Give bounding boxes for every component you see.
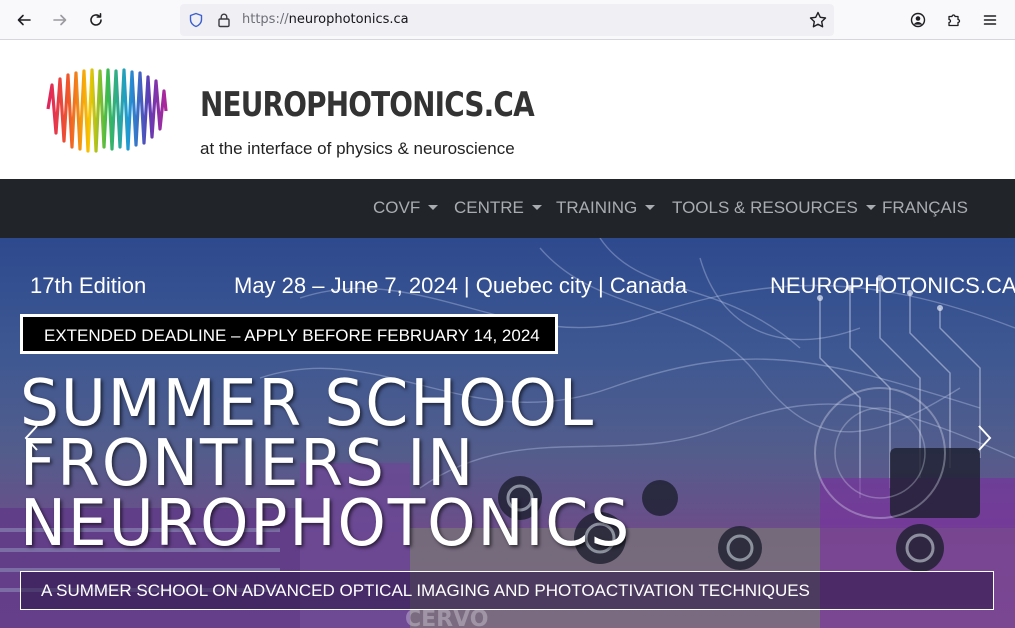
account-button[interactable]	[904, 6, 932, 34]
browser-toolbar: https://neurophotonics.ca	[0, 0, 1015, 40]
nav-item-label: COVF	[373, 198, 421, 217]
reload-icon	[90, 13, 102, 26]
account-icon	[910, 12, 926, 28]
nav-item-label: TOOLS & RESOURCES	[672, 198, 858, 217]
lock-icon[interactable]	[216, 12, 232, 28]
extensions-button[interactable]	[940, 6, 968, 34]
nav-item-francais[interactable]: FRANÇAIS	[882, 198, 968, 218]
shield-icon[interactable]	[188, 12, 204, 28]
deadline-text: EXTENDED DEADLINE – APPLY BEFORE FEBRUAR…	[44, 326, 540, 345]
hero-title-line-3: NEUROPHOTONICS	[20, 487, 632, 561]
nav-item-covf[interactable]: COVF	[373, 198, 439, 218]
reload-button[interactable]	[82, 6, 110, 34]
caret-down-icon	[531, 205, 542, 210]
hero-site-name: NEUROPHOTONICS.CA	[770, 273, 1015, 298]
hero-banner[interactable]: CERVO 17th Edition May 28 – June 7, 2024…	[0, 238, 1015, 628]
carousel-next-icon[interactable]	[974, 423, 994, 453]
caret-down-icon	[428, 205, 439, 210]
site-tagline: at the interface of physics & neuroscien…	[200, 139, 515, 158]
nav-item-label: CENTRE	[454, 198, 524, 217]
url-host: neurophotonics.ca	[288, 12, 409, 27]
event-dates: May 28 – June 7, 2024 | Quebec city | Ca…	[234, 273, 687, 298]
nav-item-label: TRAINING	[556, 198, 638, 217]
back-arrow-icon	[17, 14, 31, 26]
menu-button[interactable]	[976, 6, 1004, 34]
site-title[interactable]: NEUROPHOTONICS.CA	[200, 85, 535, 125]
bookmark-star-icon[interactable]	[808, 10, 828, 30]
back-button[interactable]	[10, 6, 38, 34]
brain-rainbow-logo[interactable]	[44, 67, 168, 155]
caret-down-icon	[865, 205, 876, 210]
forward-button[interactable]	[46, 6, 74, 34]
svg-text:CERVO: CERVO	[405, 607, 488, 628]
subtitle-banner: A SUMMER SCHOOL ON ADVANCED OPTICAL IMAG…	[20, 571, 994, 610]
nav-item-tools-resources[interactable]: TOOLS & RESOURCES	[672, 198, 876, 218]
nav-item-training[interactable]: TRAINING	[556, 198, 656, 218]
site-header: NEUROPHOTONICS.CA at the interface of ph…	[0, 41, 1015, 179]
url-bar[interactable]: https://neurophotonics.ca	[180, 4, 834, 36]
url-text[interactable]: https://neurophotonics.ca	[242, 12, 409, 27]
edition-label: 17th Edition	[30, 273, 147, 298]
subtitle-text: A SUMMER SCHOOL ON ADVANCED OPTICAL IMAG…	[41, 581, 810, 600]
url-scheme: https://	[242, 12, 289, 27]
hamburger-menu-icon	[983, 15, 997, 25]
nav-item-label: FRANÇAIS	[882, 198, 968, 217]
puzzle-icon	[948, 14, 961, 27]
forward-arrow-icon	[53, 14, 67, 26]
caret-down-icon	[645, 205, 656, 210]
deadline-banner: EXTENDED DEADLINE – APPLY BEFORE FEBRUAR…	[20, 314, 558, 354]
main-nav: COVF CENTRE TRAINING TOOLS & RESOURCES F…	[0, 179, 1015, 238]
nav-item-centre[interactable]: CENTRE	[454, 198, 542, 218]
carousel-prev-icon[interactable]	[22, 423, 42, 453]
